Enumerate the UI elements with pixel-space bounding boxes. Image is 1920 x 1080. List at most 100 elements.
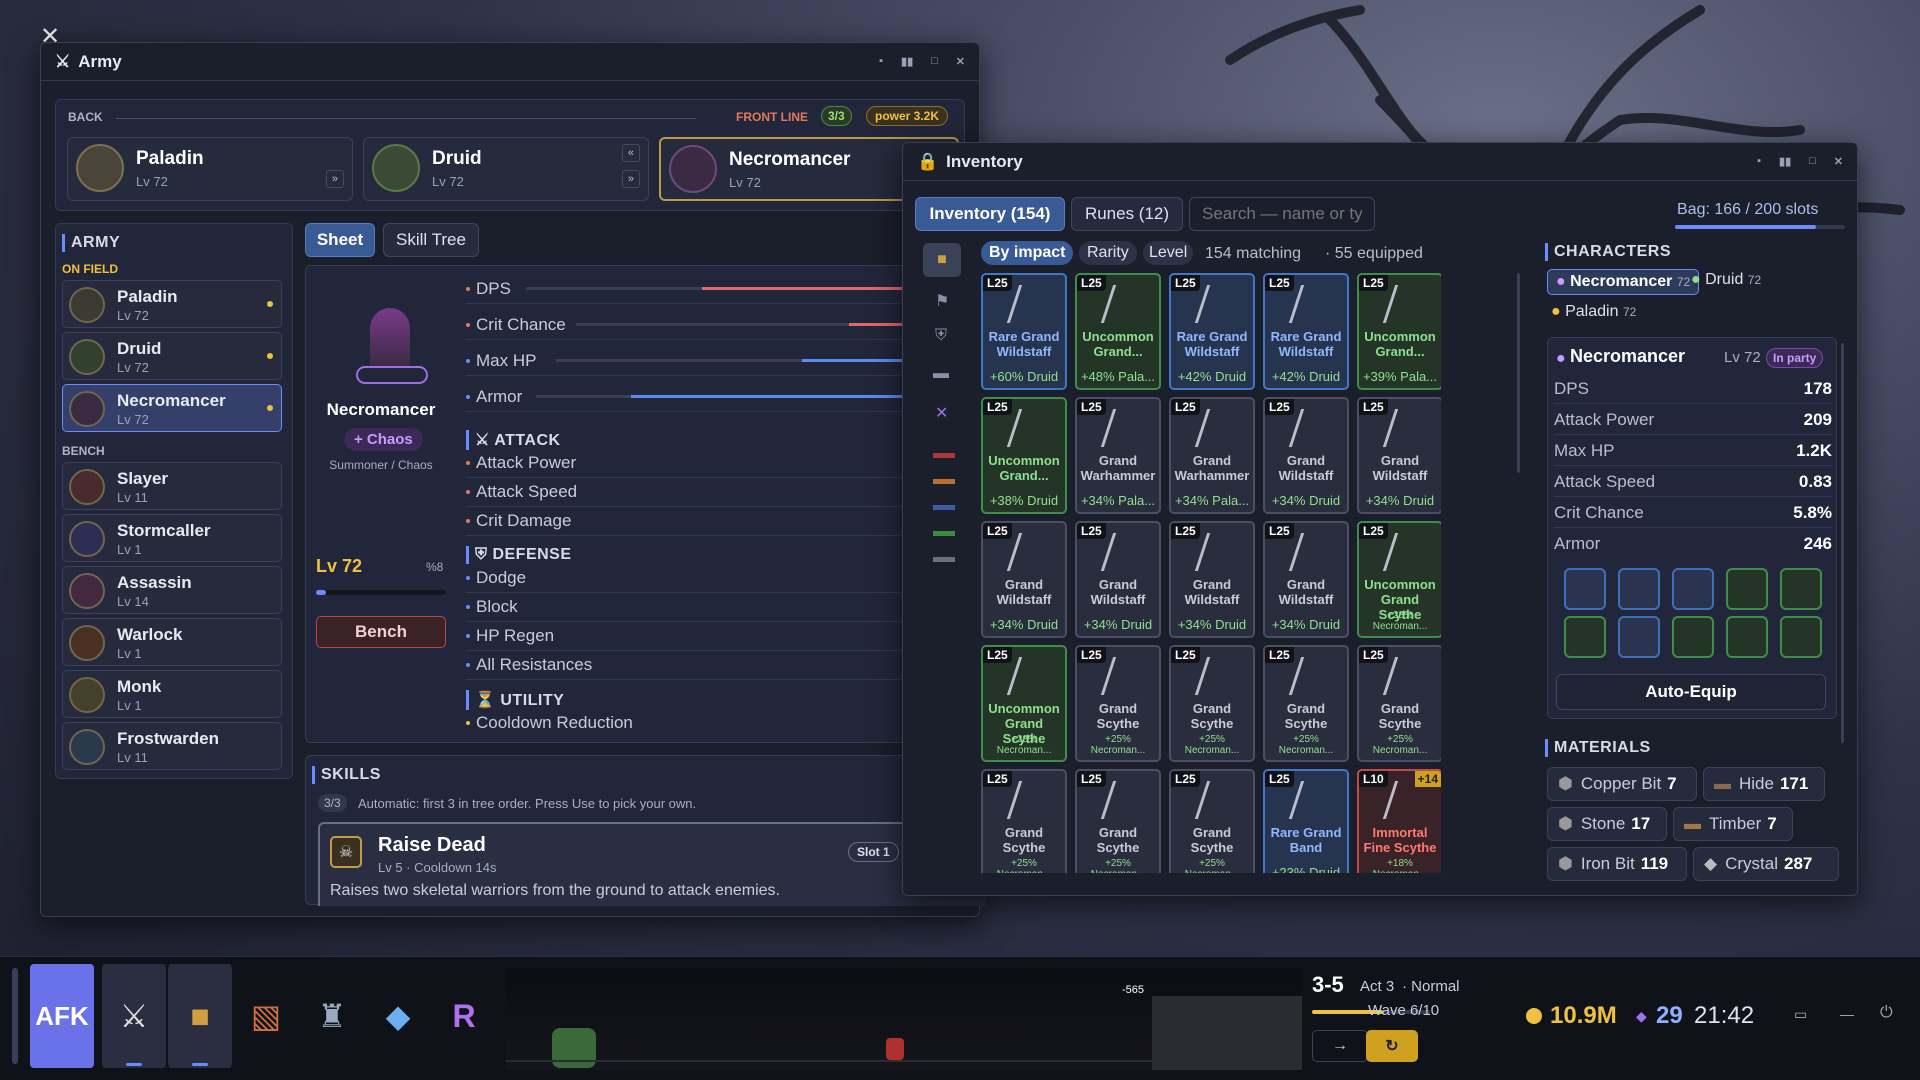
blue-swatch[interactable] bbox=[933, 505, 955, 510]
char-tab-druid[interactable]: ● Druid 72 bbox=[1691, 271, 1761, 289]
slot-badge[interactable]: Slot 1 bbox=[848, 842, 899, 862]
bench-button[interactable]: Bench bbox=[316, 616, 446, 648]
bag-category-icon[interactable]: ■ bbox=[923, 243, 961, 277]
inventory-item[interactable]: L25 Rare Grand Wildstaff +42% Druid bbox=[1263, 273, 1349, 390]
inventory-item[interactable]: L25 Grand Wildstaff +34% Druid bbox=[1169, 521, 1255, 638]
list-item-slayer[interactable]: Slayer Lv 11 bbox=[62, 462, 282, 510]
inventory-item[interactable]: L25 Grand Scythe +25% Necroman... bbox=[1169, 645, 1255, 762]
shield-category-icon[interactable]: ⛨ bbox=[935, 327, 947, 345]
battle-viewport[interactable]: -565 bbox=[506, 968, 1302, 1070]
green-swatch[interactable] bbox=[933, 531, 955, 536]
inventory-item[interactable]: L25 Grand Scythe +25% Necroman... bbox=[1263, 645, 1349, 762]
equip-slot-boots[interactable] bbox=[1564, 616, 1606, 658]
army-taskbar-button[interactable]: ⚔ bbox=[102, 964, 166, 1068]
equip-slot-trinket[interactable] bbox=[1780, 616, 1822, 658]
list-item-necromancer[interactable]: Necromancer Lv 72 bbox=[62, 384, 282, 432]
close-icon[interactable]: ✕ bbox=[956, 55, 965, 68]
tab-sheet[interactable]: Sheet bbox=[305, 223, 375, 257]
filter-chip-impact[interactable]: By impact bbox=[981, 241, 1074, 265]
auto-equip-button[interactable]: Auto-Equip bbox=[1556, 674, 1826, 710]
equip-slot-amulet[interactable] bbox=[1618, 616, 1660, 658]
weapon-category-icon[interactable]: ✕ bbox=[935, 403, 948, 423]
inventory-item[interactable]: L25 Rare Grand Wildstaff +42% Druid bbox=[1169, 273, 1255, 390]
inventory-item[interactable]: L25 Uncommon Grand... +39% Pala... bbox=[1357, 273, 1441, 390]
inventory-item[interactable]: L25 Rare Grand Band +23% Druid bbox=[1263, 769, 1349, 873]
inventory-item[interactable]: L25 Grand Scythe +25% Necroman... bbox=[1075, 769, 1161, 873]
chest-category-icon[interactable]: ▬ bbox=[933, 365, 949, 383]
maximize-icon[interactable]: □ bbox=[1809, 155, 1816, 168]
char-tab-necromancer[interactable]: ● Necromancer 72 bbox=[1547, 269, 1700, 295]
skill-card[interactable]: ☠ Raise Dead Lv 5 · Cooldown 14s Slot 1 … bbox=[318, 822, 986, 906]
gray-swatch[interactable] bbox=[933, 557, 955, 562]
filter-chip-rarity[interactable]: Rarity bbox=[1079, 241, 1137, 265]
tile-icon[interactable]: ▮▮ bbox=[1779, 155, 1791, 168]
move-right-button[interactable]: » bbox=[621, 170, 640, 188]
equip-slot-chest[interactable] bbox=[1672, 568, 1714, 610]
pin-icon[interactable]: ▪ bbox=[879, 55, 883, 68]
char-scrollbar[interactable] bbox=[1841, 343, 1844, 743]
grid-scrollbar[interactable] bbox=[1517, 273, 1520, 473]
inventory-item[interactable]: L25 Grand Scythe +25% Necroman... bbox=[1075, 645, 1161, 762]
tile-icon[interactable]: ▮▮ bbox=[901, 55, 913, 68]
move-right-button[interactable]: » bbox=[325, 170, 344, 188]
list-item-assassin[interactable]: Assassin Lv 14 bbox=[62, 566, 282, 614]
inventory-item[interactable]: L25 Grand Wildstaff +34% Druid bbox=[1075, 521, 1161, 638]
crystal-cube-icon[interactable]: ◆ bbox=[366, 964, 430, 1068]
army-titlebar[interactable]: ⚔ Army ▪ ▮▮ □ ✕ bbox=[41, 43, 979, 81]
equip-slot-offhand[interactable] bbox=[1618, 568, 1660, 610]
equip-slot-ring-2[interactable] bbox=[1726, 616, 1768, 658]
list-item-warlock[interactable]: Warlock Lv 1 bbox=[62, 618, 282, 666]
move-left-button[interactable]: « bbox=[621, 144, 640, 162]
close-icon[interactable]: ✕ bbox=[1834, 155, 1843, 168]
filter-chip-level[interactable]: Level bbox=[1143, 241, 1194, 265]
equip-slot-legs[interactable] bbox=[1726, 568, 1768, 610]
inventory-item[interactable]: L25 Grand Warhammer +34% Pala... bbox=[1169, 397, 1255, 514]
inventory-item[interactable]: L25 Uncommon Grand... +38% Druid bbox=[981, 397, 1067, 514]
tower-icon[interactable]: ♜ bbox=[300, 964, 364, 1068]
inventory-item[interactable]: L25 Grand Scythe +25% Necroman... bbox=[981, 769, 1067, 873]
auto-repeat-button[interactable]: ↻ bbox=[1366, 1030, 1418, 1062]
red-swatch[interactable] bbox=[933, 453, 955, 458]
list-item-paladin[interactable]: Paladin Lv 72 bbox=[62, 280, 282, 328]
inventory-item[interactable]: L25 Grand Scythe +25% Necroman... bbox=[1357, 645, 1441, 762]
inventory-item[interactable]: L25 Grand Scythe +25% Necroman... bbox=[1169, 769, 1255, 873]
runes-icon[interactable]: R bbox=[432, 964, 496, 1068]
orange-swatch[interactable] bbox=[933, 479, 955, 484]
list-item-monk[interactable]: Monk Lv 1 bbox=[62, 670, 282, 718]
list-item-druid[interactable]: Druid Lv 72 bbox=[62, 332, 282, 380]
inventory-item[interactable]: L25 Uncommon Grand Scythe +28% Necroman... bbox=[981, 645, 1067, 762]
inventory-taskbar-button[interactable]: ■ bbox=[168, 964, 232, 1068]
minimize-icon[interactable]: — bbox=[1840, 1006, 1854, 1022]
tab-inventory[interactable]: Inventory (154) bbox=[915, 197, 1065, 231]
search-input[interactable] bbox=[1189, 197, 1375, 231]
list-item-stormcaller[interactable]: Stormcaller Lv 1 bbox=[62, 514, 282, 562]
inventory-item[interactable]: L25 Grand Wildstaff +34% Druid bbox=[1263, 397, 1349, 514]
afk-button[interactable]: AFK bbox=[30, 964, 94, 1068]
inventory-item[interactable]: L25 Uncommon Grand Scythe +28% Necroman... bbox=[1357, 521, 1441, 638]
pin-icon[interactable]: ▪ bbox=[1757, 155, 1761, 168]
equip-slot-weapon[interactable] bbox=[1564, 568, 1606, 610]
flag-category-icon[interactable]: ⚑ bbox=[935, 291, 949, 311]
inventory-titlebar[interactable]: 🔒 Inventory ▪ ▮▮ □ ✕ bbox=[903, 143, 1857, 181]
window-icon[interactable]: ▭ bbox=[1794, 1006, 1807, 1023]
inventory-item[interactable]: L25 Grand Wildstaff +34% Druid bbox=[981, 521, 1067, 638]
char-tab-paladin[interactable]: ● Paladin 72 bbox=[1551, 303, 1636, 321]
inventory-item[interactable]: L25 Grand Wildstaff +34% Druid bbox=[1263, 521, 1349, 638]
lineup-slot-paladin[interactable]: Paladin Lv 72 » bbox=[67, 137, 353, 201]
desktop-close-icon[interactable]: ✕ bbox=[40, 22, 60, 51]
list-item-frostwarden[interactable]: Frostwarden Lv 11 bbox=[62, 722, 282, 770]
inventory-item[interactable]: L25 Uncommon Grand... +48% Pala... bbox=[1075, 273, 1161, 390]
tab-runes[interactable]: Runes (12) bbox=[1071, 197, 1183, 231]
maximize-icon[interactable]: □ bbox=[931, 55, 938, 68]
map-icon[interactable]: ▧ bbox=[234, 964, 298, 1068]
inventory-item[interactable]: L25 Rare Grand Wildstaff +60% Druid bbox=[981, 273, 1067, 390]
equip-slot-gloves[interactable] bbox=[1780, 568, 1822, 610]
inventory-item[interactable]: L25 Grand Warhammer +34% Pala... bbox=[1075, 397, 1161, 514]
inventory-item[interactable]: L25 Grand Wildstaff +34% Druid bbox=[1357, 397, 1441, 514]
power-icon[interactable]: ⏻ bbox=[1880, 1004, 1893, 1022]
tab-skill-tree[interactable]: Skill Tree bbox=[383, 223, 479, 257]
lineup-slot-druid[interactable]: Druid Lv 72 « » bbox=[363, 137, 649, 201]
speed-forward-button[interactable]: → bbox=[1312, 1030, 1368, 1062]
equip-slot-ring-1[interactable] bbox=[1672, 616, 1714, 658]
inventory-item[interactable]: L10 Immortal Fine Scythe +18% Necroman... +… bbox=[1357, 769, 1441, 873]
